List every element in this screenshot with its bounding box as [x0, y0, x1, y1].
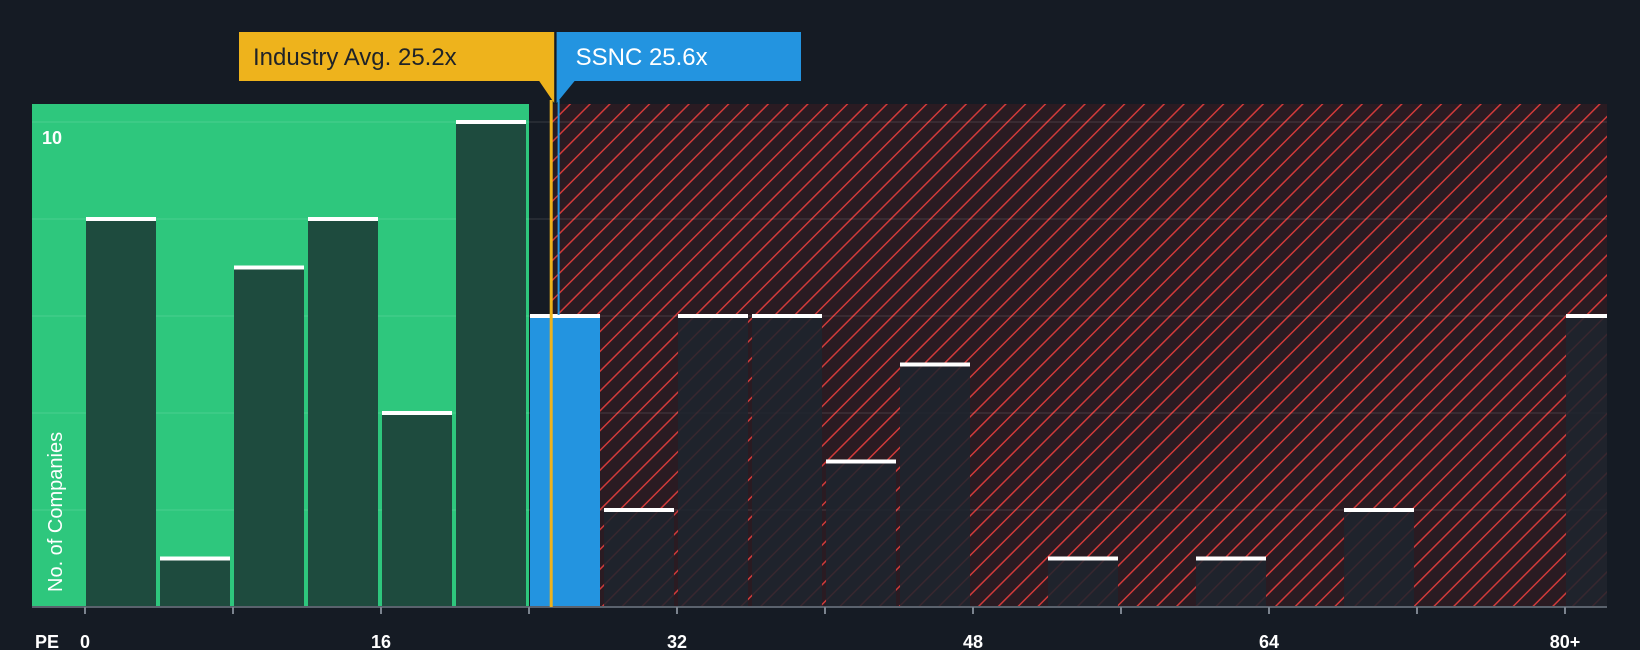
x-tick-label: 64 [1259, 632, 1279, 650]
histogram-bar [308, 219, 378, 607]
industry-average-label: Industry Avg. 25.2x [253, 44, 457, 71]
histogram-bar [678, 316, 748, 607]
y-ticks-group: 10 [42, 128, 62, 148]
bar-cap [86, 217, 156, 221]
histogram-bar [1344, 510, 1414, 607]
bar-cap [678, 314, 748, 318]
bar-cap [308, 217, 378, 221]
bar-cap [900, 362, 970, 367]
histogram-bar [234, 267, 304, 607]
histogram-bar [160, 558, 230, 607]
histogram-bar [604, 510, 674, 607]
y-axis-label: No. of Companies [45, 432, 67, 592]
chart-svg: 0 16 32 48 64 80+ PE 10 No. of Companies Indu… [32, 32, 1608, 650]
bar-cap [1344, 508, 1414, 512]
x-tick-label: 32 [667, 632, 687, 650]
y-tick-label: 10 [42, 128, 62, 148]
bar-cap [160, 556, 230, 561]
bar-cap [1048, 556, 1118, 561]
bar-cap [456, 120, 526, 124]
histogram-bar [530, 316, 600, 607]
histogram-bar [86, 219, 156, 607]
x-tick-label: 0 [80, 632, 90, 650]
x-axis-label: PE [35, 632, 59, 650]
bar-cap [604, 508, 674, 512]
bar-cap [234, 265, 304, 270]
bar-cap [382, 411, 452, 415]
pe-distribution-chart: 0 16 32 48 64 80+ PE 10 No. of Companies Indu… [0, 0, 1640, 650]
histogram-bar [382, 413, 452, 607]
company-label: SSNC 25.6x [576, 44, 708, 71]
x-tick-label: 80+ [1550, 632, 1581, 650]
bar-cap [530, 314, 600, 318]
histogram-bar [900, 364, 970, 607]
x-tick-label: 16 [371, 632, 391, 650]
histogram-bar [1566, 316, 1607, 607]
bar-cap [1566, 314, 1607, 318]
histogram-bar [752, 316, 822, 607]
x-tick-label: 48 [963, 632, 983, 650]
bar-cap [826, 459, 896, 464]
bar-cap [752, 314, 822, 318]
histogram-bar [826, 461, 896, 607]
x-ticks-group: 0 16 32 48 64 80+ [80, 607, 1580, 650]
histogram-bar [1196, 558, 1266, 607]
histogram-bar [1048, 558, 1118, 607]
histogram-bar [456, 122, 526, 607]
bar-cap [1196, 556, 1266, 561]
